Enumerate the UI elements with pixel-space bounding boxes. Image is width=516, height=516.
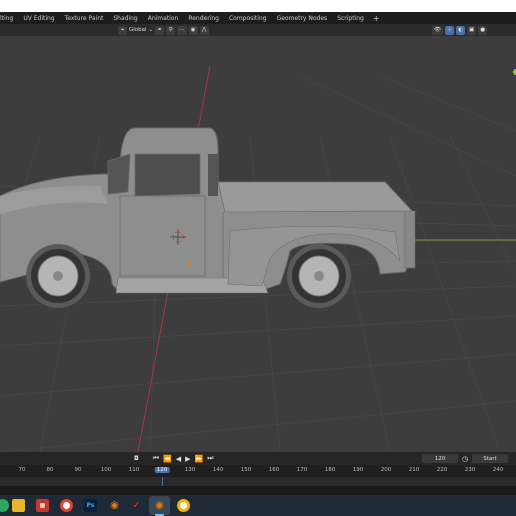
viewport-header: ⌖ Global ⌄ ⚭ ⚲ ⋯ ◉ ⋀ 👁 ⊹ ◐ ▣ ● bbox=[0, 24, 516, 36]
orientation-axes-icon[interactable]: ⌖ bbox=[118, 25, 127, 35]
tab-texture-paint[interactable]: Texture Paint bbox=[60, 15, 109, 22]
ruler-tick: 190 bbox=[352, 467, 364, 473]
visibility-icon[interactable]: 👁 bbox=[432, 25, 443, 35]
timeline-track-area[interactable] bbox=[0, 477, 516, 486]
jump-start-icon[interactable]: ⏮ bbox=[153, 454, 159, 463]
ruler-tick: 100 bbox=[100, 467, 112, 473]
tab-uv-editing[interactable]: UV Editing bbox=[18, 15, 59, 22]
file-explorer-icon[interactable] bbox=[12, 499, 25, 512]
playback-controls: ◘ ⏮ ⏪ ◀ ▶ ⏩ ⏭ bbox=[134, 454, 214, 463]
chrome-alt-icon[interactable] bbox=[177, 499, 190, 512]
gizmo-icon[interactable]: ⊹ bbox=[444, 25, 454, 35]
ruler-tick: 130 bbox=[184, 467, 196, 473]
playhead-line bbox=[162, 477, 163, 486]
ruler-tick: 160 bbox=[268, 467, 280, 473]
tab-modeling[interactable]: lting bbox=[0, 15, 18, 22]
xray-icon[interactable]: ▣ bbox=[466, 25, 477, 35]
chrome-icon[interactable] bbox=[60, 499, 73, 512]
clock-icon[interactable]: ◷ bbox=[462, 454, 468, 463]
tab-scripting[interactable]: Scripting bbox=[332, 15, 369, 22]
ruler-tick: 180 bbox=[324, 467, 336, 473]
blender-active-icon[interactable]: ◉ bbox=[153, 499, 166, 512]
ruler-tick: 140 bbox=[212, 467, 224, 473]
transform-orientation-dropdown[interactable]: Global bbox=[129, 27, 147, 33]
ruler-tick: 220 bbox=[436, 467, 448, 473]
overlays-icon[interactable]: ◐ bbox=[455, 25, 465, 35]
proportional-edit-icon[interactable]: ◉ bbox=[188, 25, 198, 35]
next-keyframe-icon[interactable]: ⏩ bbox=[195, 455, 204, 463]
photoshop-icon[interactable]: Ps bbox=[84, 499, 97, 512]
ruler-tick: 70 bbox=[18, 467, 26, 473]
ruler-tick: 150 bbox=[240, 467, 252, 473]
red-app-icon[interactable]: ✓ bbox=[130, 499, 143, 512]
3d-viewport[interactable] bbox=[0, 36, 516, 452]
snap-target-icon[interactable]: ⋯ bbox=[177, 25, 187, 35]
blender-icon[interactable]: ◉ bbox=[108, 499, 121, 512]
tab-compositing[interactable]: Compositing bbox=[224, 15, 272, 22]
jump-end-icon[interactable]: ⏭ bbox=[207, 454, 213, 463]
pivot-icon[interactable]: ⚭ bbox=[155, 25, 165, 35]
ruler-tick: 170 bbox=[296, 467, 308, 473]
ruler-tick: 80 bbox=[46, 467, 54, 473]
ruler-tick: 90 bbox=[74, 467, 82, 473]
timeline-header: ◘ ⏮ ⏪ ◀ ▶ ⏩ ⏭ 120 ◷ Start bbox=[0, 452, 516, 465]
tab-rendering[interactable]: Rendering bbox=[183, 15, 224, 22]
tab-shading[interactable]: Shading bbox=[108, 15, 142, 22]
tab-geometry-nodes[interactable]: Geometry Nodes bbox=[272, 15, 333, 22]
play-reverse-icon[interactable]: ◀ bbox=[176, 455, 181, 463]
solid-shading-icon[interactable]: ● bbox=[478, 25, 488, 35]
play-icon[interactable]: ▶ bbox=[185, 455, 190, 463]
current-frame-indicator[interactable]: 120 bbox=[154, 467, 170, 473]
viewport-display-group: 👁 ⊹ ◐ ▣ ● bbox=[432, 25, 488, 35]
windows-taskbar: ▦ Ps ◉ ✓ ◉ bbox=[0, 495, 516, 516]
ruler-tick: 110 bbox=[128, 467, 140, 473]
snap-icon[interactable]: ⚲ bbox=[166, 25, 176, 35]
prev-keyframe-icon[interactable]: ⏪ bbox=[163, 455, 172, 463]
app-grid-icon[interactable]: ▦ bbox=[36, 499, 49, 512]
ruler-tick: 200 bbox=[380, 467, 392, 473]
current-frame-field[interactable]: 120 bbox=[422, 454, 458, 463]
start-frame-field[interactable]: Start bbox=[472, 454, 508, 463]
ruler-tick: 230 bbox=[464, 467, 476, 473]
ruler-tick: 240 bbox=[492, 467, 504, 473]
add-workspace-button[interactable]: + bbox=[369, 14, 384, 23]
pickup-truck-model[interactable] bbox=[0, 127, 416, 308]
keyframe-icon[interactable]: ◘ bbox=[134, 455, 139, 462]
chevron-down-icon[interactable]: ⌄ bbox=[149, 27, 154, 33]
falloff-icon[interactable]: ⋀ bbox=[199, 25, 209, 35]
transform-orientation-group: ⌖ Global ⌄ ⚭ ⚲ ⋯ ◉ ⋀ bbox=[118, 25, 209, 35]
tab-animation[interactable]: Animation bbox=[143, 15, 184, 22]
ruler-tick: 210 bbox=[408, 467, 420, 473]
workspace-tabs-bar: lting UV Editing Texture Paint Shading A… bbox=[0, 12, 516, 24]
start-icon[interactable] bbox=[0, 499, 9, 512]
timeline-ruler[interactable]: 70 80 90 100 110 120 130 140 150 160 170… bbox=[0, 465, 516, 477]
viewport-canvas bbox=[0, 65, 516, 452]
top-white-strip bbox=[0, 0, 516, 12]
